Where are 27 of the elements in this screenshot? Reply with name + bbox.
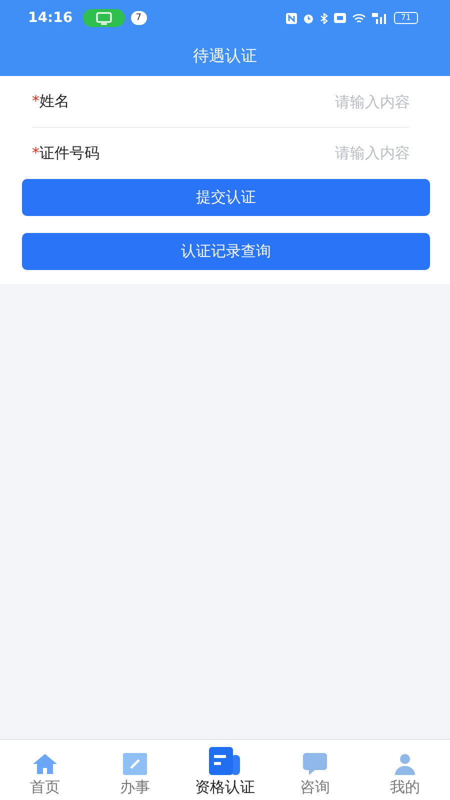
signal-icon xyxy=(372,12,388,24)
nav-tab[interactable]: 首页 xyxy=(0,740,90,800)
hd-icon xyxy=(334,13,346,23)
nfc-icon xyxy=(286,12,297,24)
home-icon xyxy=(32,753,58,775)
action-button[interactable]: 提交认证 xyxy=(22,179,430,216)
field-label: *证件号码 xyxy=(32,144,100,162)
screen-cast-icon xyxy=(82,9,125,27)
document-icon xyxy=(209,747,241,775)
bluetooth-icon xyxy=(320,12,328,24)
input-field[interactable]: 请输入内容 xyxy=(280,92,410,110)
person-icon xyxy=(393,753,417,775)
nav-tab[interactable]: 我的 xyxy=(360,740,450,800)
nav-tab[interactable]: 资格认证 xyxy=(180,740,270,800)
nav-tab[interactable]: 咨询 xyxy=(270,740,360,800)
field-label: *姓名 xyxy=(32,92,70,111)
wifi-icon xyxy=(352,12,366,24)
pencil-icon xyxy=(123,753,147,775)
status-time: 14:16 xyxy=(28,10,73,26)
input-field[interactable]: 请输入内容 xyxy=(280,144,410,162)
chat-icon xyxy=(303,753,327,775)
battery-indicator: 71 xyxy=(394,12,418,24)
notification-badge: 7 xyxy=(130,11,147,25)
page-title: 待遇认证 xyxy=(193,46,257,66)
alarm-icon xyxy=(302,12,314,24)
action-button[interactable]: 认证记录查询 xyxy=(22,233,430,270)
nav-tab[interactable]: 办事 xyxy=(90,740,180,800)
